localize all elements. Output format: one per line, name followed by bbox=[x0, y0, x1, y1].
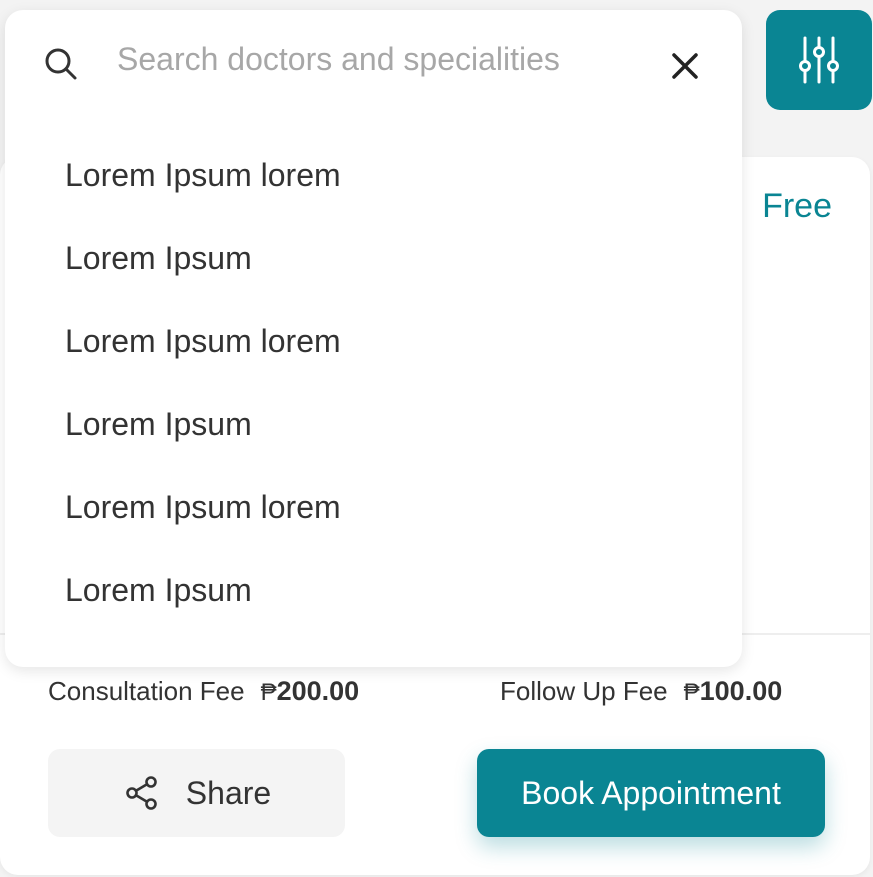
share-button[interactable]: Share bbox=[48, 749, 345, 837]
suggestion-item[interactable]: Lorem Ipsum bbox=[65, 239, 341, 322]
suggestion-list: Lorem Ipsum lorem Lorem Ipsum Lorem Ipsu… bbox=[65, 156, 341, 654]
filter-button[interactable] bbox=[766, 10, 872, 110]
search-icon bbox=[45, 48, 77, 80]
suggestion-item[interactable]: Lorem Ipsum bbox=[65, 405, 341, 488]
sliders-icon bbox=[799, 36, 839, 84]
app-screen: Free Consultation Fee ₱200.00 Follow Up … bbox=[0, 0, 873, 877]
free-badge: Free bbox=[762, 187, 832, 225]
suggestion-item[interactable]: Lorem Ipsum lorem bbox=[65, 488, 341, 571]
follow-up-fee-amount: 100.00 bbox=[699, 676, 783, 706]
follow-up-fee-label: Follow Up Fee bbox=[500, 676, 668, 706]
consultation-fee-label: Consultation Fee bbox=[48, 676, 245, 706]
consultation-fee: Consultation Fee ₱200.00 bbox=[48, 676, 359, 707]
consultation-fee-amount: 200.00 bbox=[276, 676, 360, 706]
follow-up-fee: Follow Up Fee ₱100.00 bbox=[500, 676, 782, 707]
share-label: Share bbox=[185, 774, 272, 811]
search-input[interactable] bbox=[117, 36, 637, 82]
search-bar bbox=[5, 10, 742, 110]
currency-symbol: ₱ bbox=[260, 679, 277, 706]
currency-symbol: ₱ bbox=[683, 679, 700, 706]
share-icon bbox=[125, 776, 157, 810]
search-dropdown: Lorem Ipsum lorem Lorem Ipsum Lorem Ipsu… bbox=[5, 10, 742, 667]
book-appointment-button[interactable]: Book Appointment bbox=[477, 749, 825, 837]
suggestion-item[interactable]: Lorem Ipsum lorem bbox=[65, 156, 341, 239]
suggestion-item[interactable]: Lorem Ipsum lorem bbox=[65, 322, 341, 405]
suggestion-item[interactable]: Lorem Ipsum bbox=[65, 571, 341, 654]
close-icon[interactable] bbox=[669, 50, 701, 82]
